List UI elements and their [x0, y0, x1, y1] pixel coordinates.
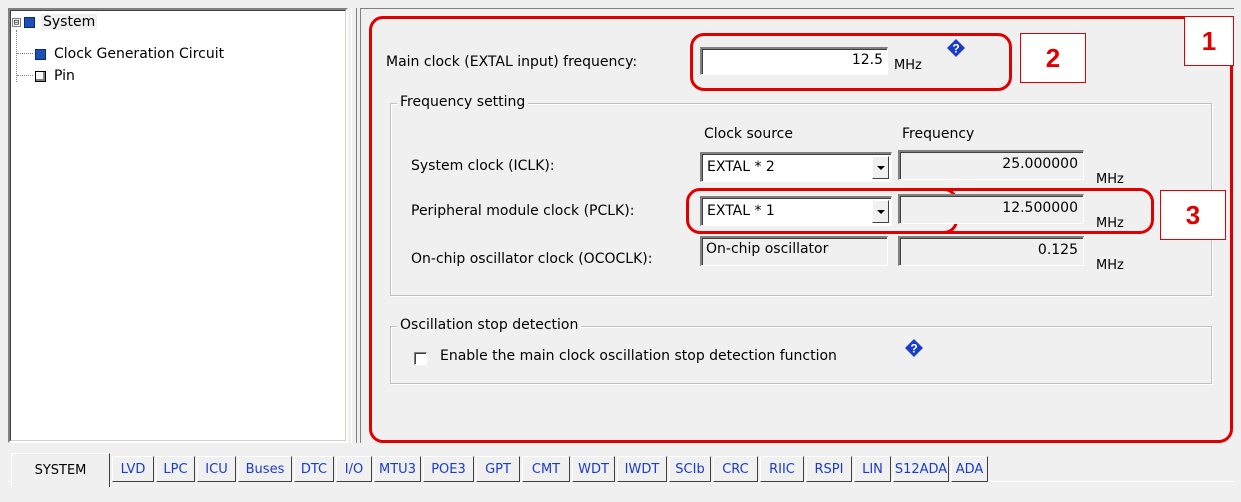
oscillation-stop-checkbox-label: Enable the main clock oscillation stop d…: [440, 348, 837, 364]
main-clock-label: Main clock (EXTAL input) frequency:: [386, 54, 638, 70]
on-chip-oscillator-source-value: On-chip oscillator: [706, 241, 829, 257]
on-chip-oscillator-clock-label: On-chip oscillator clock (OCOCLK):: [411, 251, 653, 267]
tree-node-label: Clock Generation Circuit: [54, 46, 225, 62]
panel-splitter[interactable]: [349, 8, 359, 443]
tab-lvd[interactable]: LVD: [112, 456, 154, 482]
collapse-icon[interactable]: ⊟: [12, 17, 21, 27]
on-chip-oscillator-source-field: On-chip oscillator: [700, 236, 888, 266]
tab-mtu3[interactable]: MTU3: [374, 456, 421, 482]
frequency-setting-label: Frequency setting: [397, 94, 529, 110]
chevron-down-icon: [876, 209, 885, 214]
tab-dtc[interactable]: DTC: [294, 456, 334, 482]
blue-square-icon: [35, 48, 46, 60]
tree-node-system[interactable]: ⊟ System: [12, 14, 98, 30]
tab-gpt[interactable]: GPT: [476, 456, 520, 482]
peripheral-module-clock-label: Peripheral module clock (PCLK):: [411, 203, 635, 219]
dropdown-button[interactable]: [872, 156, 889, 179]
peripheral-clock-source-select[interactable]: EXTAL * 1: [700, 196, 892, 226]
tab-lpc[interactable]: LPC: [156, 456, 195, 482]
tab-rspi[interactable]: RSPI: [806, 456, 852, 482]
pin-square-icon: [35, 70, 46, 82]
clock-source-column-header: Clock source: [704, 126, 793, 142]
tab-i-o[interactable]: I/O: [336, 456, 372, 482]
tab-lin[interactable]: LIN: [854, 456, 891, 482]
system-node-icon: [24, 16, 35, 28]
tab-buses[interactable]: Buses: [238, 456, 292, 482]
on-chip-oscillator-frequency-field: 0.125: [898, 236, 1084, 266]
frequency-column-header: Frequency: [902, 126, 975, 142]
chevron-down-icon: [876, 165, 885, 170]
tab-poe3[interactable]: POE3: [423, 456, 474, 482]
main-clock-unit: MHz: [894, 58, 922, 73]
main-clock-frequency-value: 12.5: [851, 52, 883, 68]
tab-scib[interactable]: SCIb: [669, 456, 711, 482]
help-icon[interactable]: ?: [904, 338, 924, 358]
dropdown-button[interactable]: [872, 200, 889, 223]
tab-cmt[interactable]: CMT: [522, 456, 570, 482]
system-clock-unit: MHz: [1096, 172, 1124, 187]
tab-iwdt[interactable]: IWDT: [617, 456, 667, 482]
help-icon[interactable]: ?: [946, 38, 966, 58]
tree-connector: [17, 75, 33, 76]
peripheral-clock-unit: MHz: [1096, 216, 1124, 231]
svg-text:?: ?: [952, 42, 959, 56]
tree-node-pin[interactable]: Pin: [35, 68, 77, 84]
system-clock-source-value: EXTAL * 2: [707, 159, 775, 175]
tree-node-label: Pin: [54, 68, 75, 84]
tree-panel[interactable]: ⊟ System Clock Generation Circuit Pin: [8, 8, 348, 443]
tree-node-label: System: [41, 14, 98, 30]
peripheral-clock-frequency-value: 12.500000: [1002, 200, 1078, 216]
peripheral-clock-frequency-field: 12.500000: [898, 194, 1084, 224]
main-clock-frequency-input[interactable]: 12.5: [700, 47, 888, 75]
tree-connector: [17, 53, 33, 54]
system-clock-frequency-field: 25.000000: [898, 150, 1084, 180]
system-clock-frequency-value: 25.000000: [1002, 156, 1078, 172]
callout-number-2: 2: [1020, 33, 1086, 83]
callout-number-1: 1: [1184, 16, 1234, 66]
oscillation-stop-checkbox[interactable]: [414, 352, 427, 365]
peripheral-clock-source-value: EXTAL * 1: [707, 203, 775, 219]
svg-text:?: ?: [910, 342, 917, 356]
tab-wdt[interactable]: WDT: [572, 456, 615, 482]
tree-node-clock-generation-circuit[interactable]: Clock Generation Circuit: [35, 46, 226, 62]
system-clock-source-select[interactable]: EXTAL * 2: [700, 152, 892, 182]
tab-riic[interactable]: RIIC: [760, 456, 804, 482]
tab-system[interactable]: SYSTEM: [11, 453, 110, 487]
tab-s12ada[interactable]: S12ADA: [893, 456, 949, 482]
system-clock-label: System clock (ICLK):: [411, 158, 555, 174]
on-chip-oscillator-frequency-value: 0.125: [1037, 242, 1078, 258]
tab-ada[interactable]: ADA: [951, 456, 988, 482]
tab-icu[interactable]: ICU: [197, 456, 236, 482]
callout-number-3: 3: [1160, 190, 1226, 240]
tab-crc[interactable]: CRC: [713, 456, 758, 482]
tab-strip: SYSTEM LVD LPC ICU Buses DTC I/O MTU3 POE3 GPT CMT…: [8, 450, 1234, 494]
on-chip-oscillator-unit: MHz: [1096, 258, 1124, 273]
tree-connector: [16, 30, 17, 82]
oscillation-stop-label: Oscillation stop detection: [397, 317, 582, 333]
